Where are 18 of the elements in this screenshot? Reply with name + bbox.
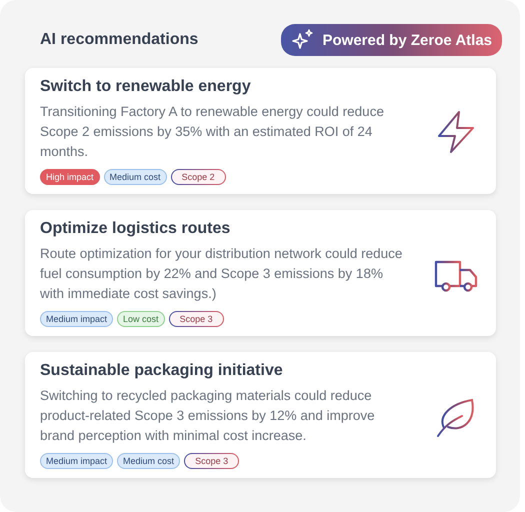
- card-description: Transitioning Factory A to renewable energy could reduce Scope 2 emissions by 35% with an estimated ROI of 24 months.: [40, 103, 385, 161]
- card-description: Route optimization for your distribution network could reduce fuel consumption by 22% and Scope 3 emissions by 18% with immediate cost savings.): [40, 245, 404, 303]
- sparkles-icon: [290, 28, 314, 52]
- tag: Scope 2: [170, 169, 226, 185]
- card-title: Optimize logistics routes: [40, 220, 232, 238]
- tag: Low cost: [117, 311, 165, 327]
- section-title: AI recommendations: [40, 31, 198, 49]
- card-description: Switching to recycled packaging materials could reduce product-related Scope 3 emissions by 12% and improve brand perception with minimal cost increase.: [40, 387, 376, 445]
- tag: High impact: [40, 169, 100, 185]
- tag: Medium impact: [40, 311, 114, 327]
- tag: Medium cost: [117, 453, 180, 469]
- powered-by-badge: Powered by Zeroe Atlas: [280, 24, 502, 56]
- card-title: Sustainable packaging initiative: [40, 362, 284, 380]
- tag: Medium cost: [104, 169, 167, 185]
- tag: Scope 3: [168, 311, 224, 327]
- tag: Medium impact: [40, 453, 114, 469]
- card-title: Switch to renewable energy: [40, 78, 252, 96]
- tag: Scope 3: [184, 453, 240, 469]
